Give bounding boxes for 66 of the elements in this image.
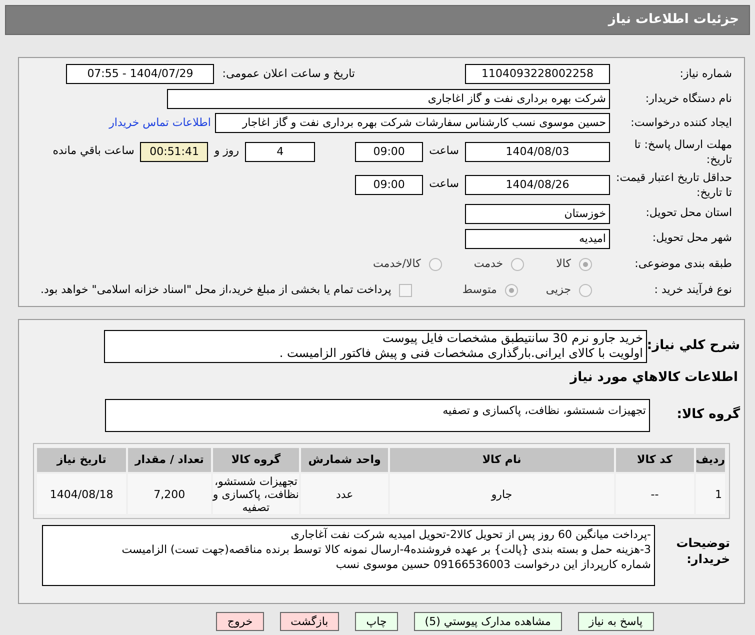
field-label: تاریخ و ساعت اعلان عمومی: (222, 66, 355, 82)
action-button[interactable]: مشاهده مدارک پیوستي (5) (414, 612, 562, 631)
column-header: نام کالا (390, 448, 614, 472)
need-number-field: 1104093228002258 (465, 64, 610, 84)
column-header: واحد شمارش (301, 448, 388, 472)
radio-button[interactable] (579, 284, 592, 296)
date-field: 1404/08/03 (465, 142, 610, 162)
field-label: حداقل تاریخ اعتبار قیمت: تا تاریخ: (615, 170, 732, 200)
radio-label: کالا (556, 256, 571, 272)
field-label: شهر محل تحویل: (651, 230, 732, 246)
field-label: نام دستگاه خریدار: (644, 90, 732, 107)
action-button[interactable]: خروج (216, 612, 264, 631)
field-label: ساعت (429, 176, 459, 192)
field-label: مهلت ارسال پاسخ: تا تاریخ: (633, 136, 732, 166)
remaining-time-field: 00:51:41 (140, 142, 208, 162)
time-field: 09:00 (355, 142, 424, 162)
days-field: 4 (245, 142, 316, 162)
radio-label: خدمت (474, 256, 504, 272)
goods-group-field: تجهیزات شستشو، نظافت، پاکسازی و تصفیه (105, 398, 650, 432)
field-label: گروه کالا: (676, 405, 740, 424)
time-field: 09:00 (355, 174, 424, 194)
field-label: طبقه بندی موضوعی: (634, 256, 732, 272)
section-heading: اطلاعات کالاهاي مورد نياز (570, 369, 739, 387)
table-cell: -- (616, 474, 694, 514)
field-label: شماره نیاز: (678, 66, 732, 82)
radio-button[interactable] (504, 284, 518, 296)
column-header: تاریخ نیاز (37, 448, 126, 472)
column-header: ردیف (696, 448, 725, 472)
creator-field: حسین موسوی نسب کارشناس سفارشات شرکت بهره برداری نفت و گاز اغاجار (215, 113, 610, 133)
window-title: جزئیات اطلاعات نیاز (608, 11, 739, 30)
field-label: توضیحات خریدار: (675, 535, 731, 567)
table-cell: 1404/08/18 (37, 474, 126, 514)
table-cell: جارو (390, 474, 614, 514)
column-header: تعداد / مقدار (128, 448, 211, 472)
table-cell: 7,200 (128, 474, 211, 514)
field-label: نوع فرآیند خرید : (653, 282, 732, 298)
field-label: شرح کلي نياز: (647, 337, 740, 356)
date-field: 1404/08/26 (465, 174, 610, 194)
field-label: ساعت (429, 143, 459, 160)
province-field: خوزستان (465, 204, 610, 224)
field-label: پرداخت تمام یا بخشی از مبلغ خرید،از محل "اسناد خزانه اسلامی" خواهد بود. (40, 282, 392, 298)
radio-button[interactable] (511, 258, 524, 270)
field-label: استان محل تحویل: (644, 205, 732, 222)
action-button[interactable]: چاپ (355, 612, 398, 631)
field-label: روز و (214, 143, 240, 160)
announce-date-field: 1404/07/29 - 07:55 (66, 64, 214, 84)
table-cell: 1 (696, 474, 725, 514)
radio-label: متوسط (462, 282, 497, 298)
column-header: کد کالا (616, 448, 694, 472)
contact-link[interactable]: اطلاعات تماس خریدار (109, 114, 211, 132)
table-cell: عدد (301, 474, 388, 514)
buyer-field: شرکت بهره برداری نفت و گاز اغاجاری (167, 89, 610, 109)
action-button[interactable]: پاسخ به نیاز (578, 612, 654, 631)
radio-button[interactable] (428, 258, 442, 270)
radio-button[interactable] (579, 258, 592, 270)
field-label: ساعت باقي مانده (52, 143, 134, 160)
description-field: خرید جارو نرم 30 سانتیطبق مشخصات فایل پیوست اولویت با کالای ایرانی.بارگذاری مشخصات فنی و پیش فاکتور الزامیست . (104, 330, 647, 362)
checkbox[interactable] (399, 284, 412, 296)
action-button[interactable]: بازگشت (280, 612, 340, 631)
radio-label: جزیی (546, 282, 571, 298)
field-label: ایجاد کننده درخواست: (630, 114, 732, 131)
table-cell: تجهیزات شستشو، نظافت، پاکسازی و تصفیه (212, 474, 300, 514)
column-header: گروه کالا (212, 448, 300, 472)
buyer-notes-field: -پرداخت میانگین 60 روز پس از تحویل کالا2-تحویل امیدیه شرکت نفت آغاجاری 3-هزینه حمل و بسته بندی {پالت} بر عهده فروشنده4-ارسال نمونه کالا توسط برنده مناقصه(جهت تست) الزامیست شماره کارپرداز این درخواست 09166536003 حسین موسوی نسب (42, 525, 655, 586)
city-field: امیدیه (465, 228, 610, 248)
radio-label: کالا/خدمت (373, 256, 421, 272)
